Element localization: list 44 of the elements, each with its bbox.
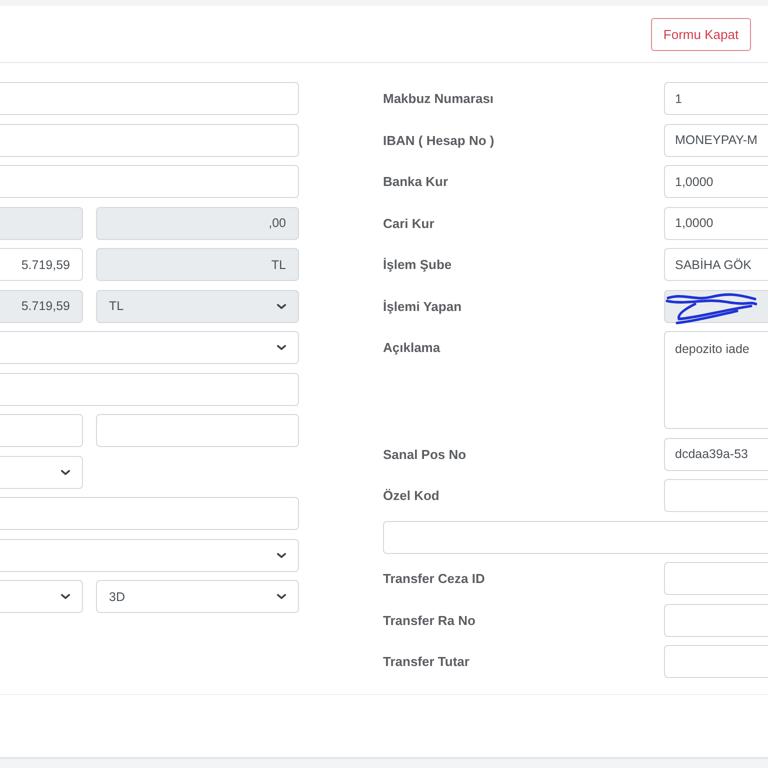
select-field[interactable] — [0, 580, 83, 613]
input-field[interactable] — [96, 414, 299, 447]
input-field[interactable]: dcdaa39a-53 — [664, 438, 768, 470]
input-field[interactable]: 1 — [664, 82, 768, 115]
input-field[interactable] — [664, 604, 768, 636]
input-field[interactable]: 1,0000 — [664, 206, 768, 240]
input-field[interactable] — [0, 124, 299, 156]
field-label: Banka Kur — [383, 173, 448, 191]
chevron-down-icon — [277, 345, 286, 350]
chevron-down-icon — [277, 552, 286, 558]
chevron-down-icon — [277, 304, 286, 308]
field-label: İşlemi Yapan — [383, 298, 462, 316]
chevron-down-icon — [277, 594, 286, 599]
chevron-down-icon — [61, 470, 70, 474]
field-label: Transfer Tutar — [383, 653, 470, 671]
input-field[interactable] — [664, 479, 768, 512]
select-field[interactable] — [0, 331, 299, 364]
input-field[interactable] — [0, 372, 299, 406]
input-field[interactable]: SABİHA GÖK — [664, 248, 768, 281]
field-label: Özel Kod — [383, 487, 440, 505]
input-field[interactable] — [0, 414, 83, 447]
input-field[interactable] — [0, 497, 299, 530]
select-field[interactable] — [0, 538, 299, 572]
select-field[interactable] — [0, 456, 83, 488]
field-label: İşlem Şube — [383, 256, 452, 274]
input-field[interactable] — [664, 645, 768, 678]
chevron-down-icon — [61, 594, 70, 599]
close-form-button[interactable]: Formu Kapat — [651, 18, 751, 50]
input-field[interactable]: 5.719,59 — [0, 248, 83, 281]
field-label: Transfer Ceza ID — [383, 570, 485, 588]
field-label: Makbuz Numarası — [383, 90, 494, 108]
field-label: Sanal Pos No — [383, 446, 466, 464]
input-field[interactable] — [0, 82, 299, 115]
field-label: IBAN ( Hesap No ) — [383, 132, 494, 150]
field-label: Cari Kur — [383, 214, 434, 232]
select-field[interactable]: 3D — [96, 580, 299, 613]
input-field[interactable]: 1,0000 — [664, 165, 768, 198]
input-field[interactable] — [383, 520, 768, 554]
input-field[interactable] — [0, 165, 299, 198]
input-field[interactable]: MONEYPAY-M — [664, 124, 768, 156]
input-field[interactable] — [664, 562, 768, 595]
text-area[interactable]: depozito iade — [664, 331, 768, 429]
field-label: Transfer Ra No — [383, 612, 476, 630]
field-label: Açıklama — [383, 339, 440, 357]
